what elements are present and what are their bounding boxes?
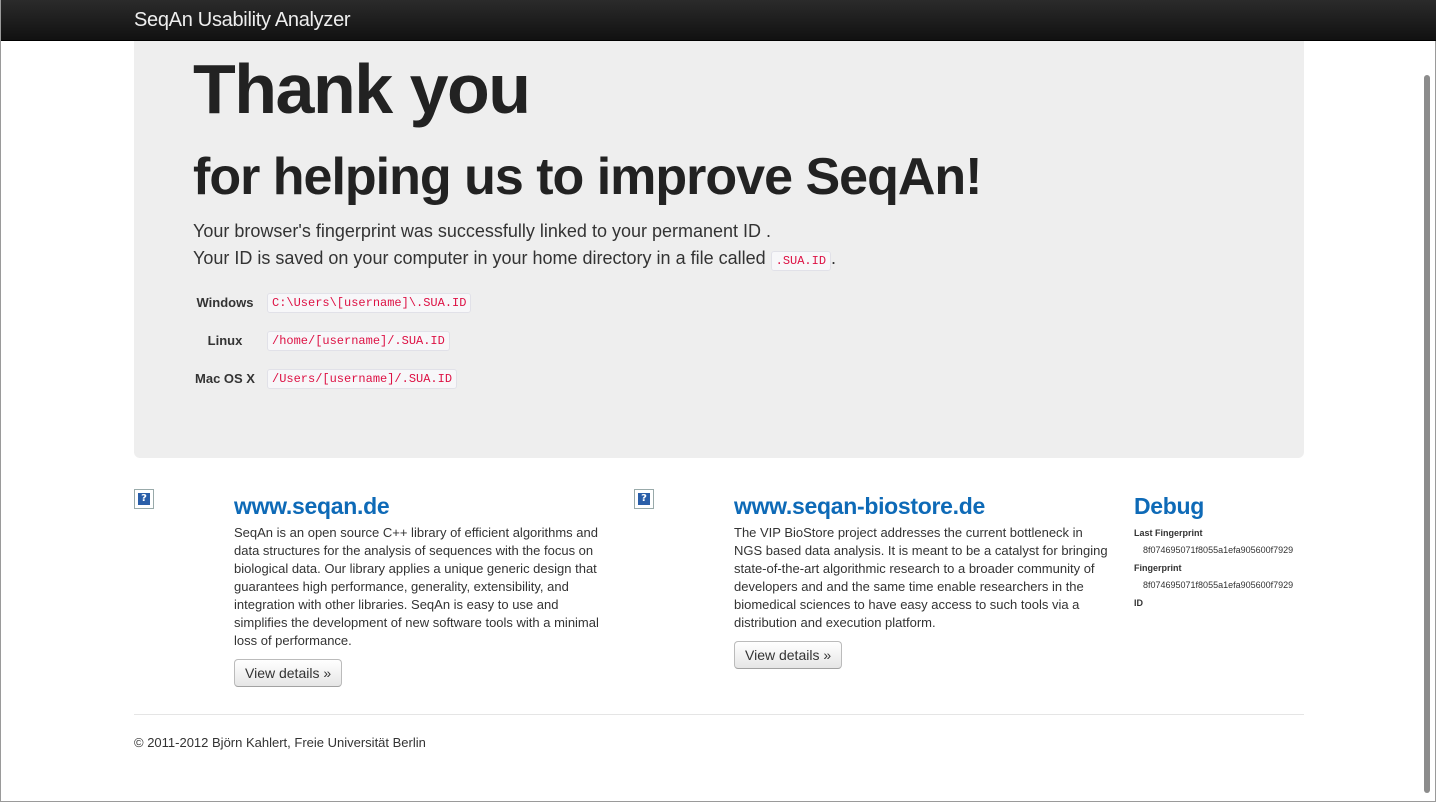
os-path-code: C:\Users\[username]\.SUA.ID (267, 293, 472, 313)
location-row-linux: Linux /home/[username]/.SUA.ID (193, 331, 593, 351)
brand-link[interactable]: SeqAn Usability Analyzer (134, 9, 351, 32)
os-path-code: /home/[username]/.SUA.ID (267, 331, 450, 351)
hero-title: Thank you (193, 50, 531, 128)
biostore-view-details-button[interactable]: View details » (734, 641, 843, 669)
seqan-description: SeqAn is an open source C++ library of e… (234, 525, 599, 648)
hero-unit: Thank you for helping us to improve SeqA… (134, 41, 1304, 458)
biostore-description: The VIP BioStore project addresses the c… (734, 525, 1108, 630)
location-row-macosx: Mac OS X /Users/[username]/.SUA.ID (193, 369, 593, 389)
location-row-windows: Windows C:\Users\[username]\.SUA.ID (193, 293, 593, 313)
seqan-title[interactable]: www.seqan.de (234, 493, 390, 520)
footer-copyright: © 2011-2012 Björn Kahlert, Freie Univers… (134, 735, 426, 750)
os-label: Linux (207, 333, 243, 348)
seqan-view-details-button[interactable]: View details » (234, 659, 343, 687)
last-fingerprint-label: Last Fingerprint (1134, 528, 1203, 538)
id-saved-suffix: . (831, 248, 837, 268)
broken-image-icon (134, 489, 154, 509)
broken-image-icon (634, 489, 654, 509)
footer-divider (134, 714, 1304, 715)
fingerprint-value: 8f074695071f8055a1efa905600f7929 (1143, 580, 1294, 590)
scrollbar-thumb[interactable] (1424, 75, 1430, 793)
fingerprint-label: Fingerprint (1134, 563, 1182, 573)
debug-title: Debug (1134, 493, 1205, 519)
biostore-title[interactable]: www.seqan-biostore.de (734, 493, 985, 520)
hero-subtitle: for helping us to improve SeqAn! (193, 148, 982, 206)
id-filename-code: .SUA.ID (770, 251, 832, 271)
top-navbar: SeqAn Usability Analyzer (1, 0, 1436, 41)
id-saved-message: Your ID is saved on your computer in you… (193, 248, 837, 271)
id-label: ID (1134, 598, 1143, 608)
os-label: Windows (196, 295, 254, 310)
os-label: Mac OS X (195, 371, 255, 386)
os-path-code: /Users/[username]/.SUA.ID (267, 369, 458, 389)
id-saved-text: Your ID is saved on your computer in you… (193, 248, 771, 268)
fingerprint-linked-message: Your browser's fingerprint was successfu… (193, 221, 772, 241)
last-fingerprint-value: 8f074695071f8055a1efa905600f7929 (1143, 545, 1294, 555)
